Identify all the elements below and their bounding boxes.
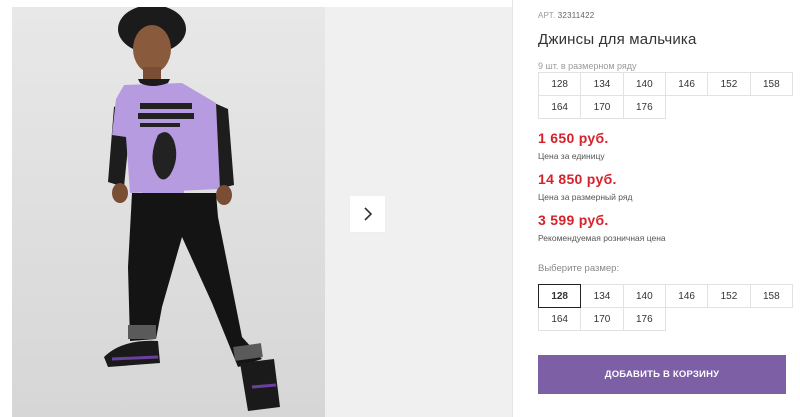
series-count: 9 шт. в размерном ряду — [538, 61, 637, 71]
series-size: 128 — [538, 72, 582, 96]
series-size: 176 — [622, 95, 666, 119]
series-size: 152 — [707, 72, 751, 96]
unit-price-label: Цена за единицу — [538, 151, 605, 161]
series-size: 164 — [538, 95, 582, 119]
series-size: 140 — [622, 72, 666, 96]
next-image-button[interactable] — [349, 195, 386, 233]
series-size: 158 — [749, 72, 793, 96]
article-label: АРТ. — [538, 11, 556, 20]
size-option-selected[interactable]: 128 — [538, 284, 582, 308]
boy-model-photo — [12, 7, 325, 417]
size-selector: 128 134 140 146 152 158 164 170 176 — [538, 284, 793, 331]
size-option[interactable]: 158 — [749, 284, 793, 308]
series-size-grid: 128 134 140 146 152 158 164 170 176 — [538, 72, 793, 119]
size-option[interactable]: 134 — [580, 284, 624, 308]
series-size: 134 — [580, 72, 624, 96]
series-price-label: Цена за размерный ряд — [538, 192, 633, 202]
product-title: Джинсы для мальчика — [538, 31, 697, 48]
size-option[interactable]: 170 — [580, 307, 624, 331]
series-size: 170 — [580, 95, 624, 119]
size-option[interactable]: 152 — [707, 284, 751, 308]
size-option[interactable]: 140 — [622, 284, 666, 308]
add-to-cart-button[interactable]: ДОБАВИТЬ В КОРЗИНУ — [538, 355, 786, 394]
retail-price: 3 599 руб. — [538, 212, 609, 228]
series-size: 146 — [664, 72, 709, 96]
choose-size-label: Выберите размер: — [538, 263, 620, 274]
product-photo[interactable] — [12, 7, 325, 417]
size-option[interactable]: 176 — [622, 307, 666, 331]
chevron-right-icon — [363, 207, 372, 221]
size-option[interactable]: 146 — [664, 284, 709, 308]
unit-price: 1 650 руб. — [538, 130, 609, 146]
article-number: АРТ. 32311422 — [538, 11, 594, 20]
size-option[interactable]: 164 — [538, 307, 582, 331]
product-info-panel: АРТ. 32311422 Джинсы для мальчика 9 шт. … — [513, 0, 800, 417]
retail-price-label: Рекомендуемая розничная цена — [538, 233, 666, 243]
article-value: 32311422 — [557, 11, 595, 20]
product-gallery — [0, 0, 512, 417]
series-price: 14 850 руб. — [538, 171, 617, 187]
